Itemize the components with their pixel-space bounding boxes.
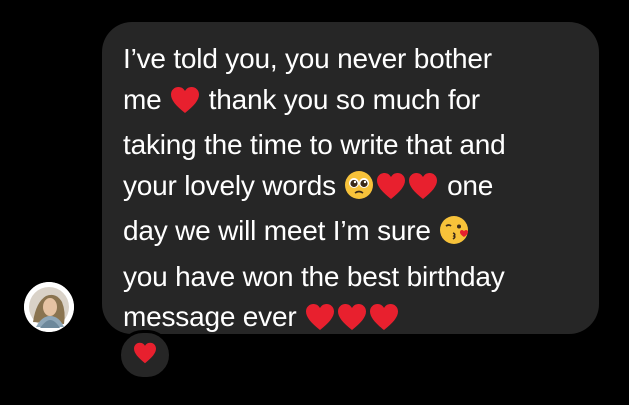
message-thread: I’ve told you, you never bother me thank… xyxy=(0,0,629,405)
sender-avatar[interactable] xyxy=(24,282,74,332)
message-text: I’ve told you, you never bother xyxy=(123,43,492,74)
message-text: thank you so much for xyxy=(201,83,480,115)
message-line-4: your lovely words one xyxy=(123,166,581,212)
message-text: one xyxy=(439,169,494,201)
message-line-7: message ever xyxy=(123,297,581,343)
message-line-5: day we will meet I’m sure xyxy=(123,211,581,257)
heart-reaction-button[interactable] xyxy=(118,330,172,380)
heart-emoji-icon xyxy=(305,302,335,343)
heart-reaction-icon xyxy=(133,342,157,369)
message-text: day we will meet I’m sure xyxy=(123,215,439,246)
message-line-6: you have won the best birthday xyxy=(123,257,581,298)
pleading-face-emoji-icon xyxy=(344,170,374,212)
heart-emoji-icon xyxy=(170,85,200,126)
message-text: you have won the best birthday xyxy=(123,260,505,292)
heart-emoji-icon xyxy=(408,171,438,212)
message-text: me xyxy=(123,83,170,115)
message-line-3: taking the time to write that and xyxy=(123,125,581,166)
message-bubble[interactable]: I’ve told you, you never bother me thank… xyxy=(102,22,599,334)
kissing-heart-face-emoji-icon xyxy=(439,215,469,257)
heart-emoji-icon xyxy=(369,302,399,343)
message-text: message ever xyxy=(123,301,305,332)
message-text: taking the time to write that and xyxy=(123,129,506,160)
message-text: your lovely words xyxy=(123,169,344,201)
message-line-2: me thank you so much for xyxy=(123,80,581,126)
message-line-1: I’ve told you, you never bother xyxy=(123,39,581,80)
profile-photo-icon xyxy=(24,282,74,332)
heart-emoji-icon xyxy=(376,171,406,212)
heart-emoji-icon xyxy=(337,302,367,343)
